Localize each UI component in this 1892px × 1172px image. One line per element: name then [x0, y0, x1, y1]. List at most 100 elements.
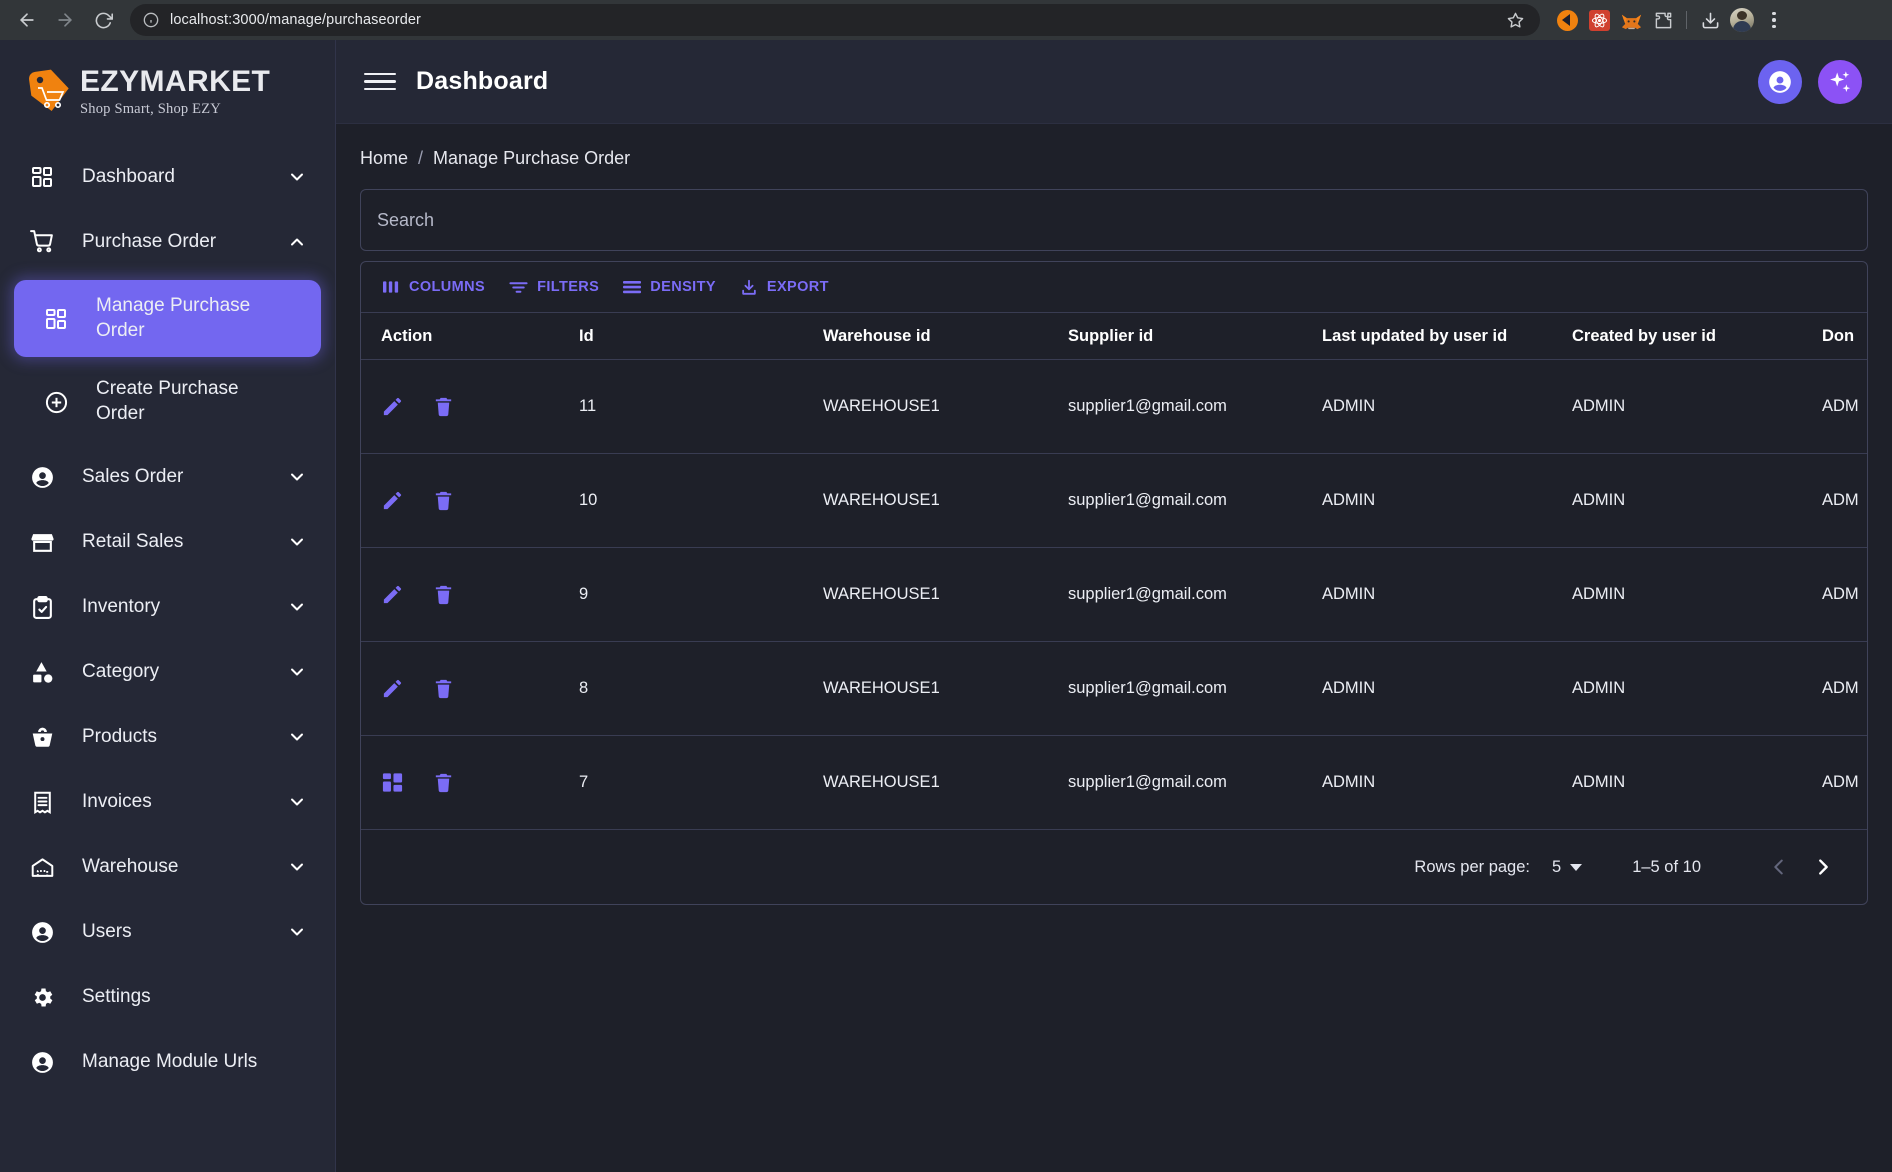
hamburger-menu-icon[interactable]	[360, 62, 400, 102]
cell-done-by: ADM	[1822, 397, 1859, 415]
cell-last-updated-by: ADMIN	[1322, 679, 1376, 697]
row-actions	[375, 771, 579, 794]
chevron-down-icon[interactable]	[287, 167, 307, 187]
column-header-last-updated-by-user-id[interactable]: Last updated by user id	[1322, 327, 1572, 346]
sidebar-item-users[interactable]: Users	[0, 900, 335, 965]
sidebar-item-label: Products	[82, 726, 157, 748]
browser-profile-avatar[interactable]	[1727, 5, 1757, 35]
column-header-done-by-user-id[interactable]: Don	[1822, 327, 1867, 346]
logo-tagline: Shop Smart, Shop EZY	[80, 101, 221, 118]
table-row[interactable]: 7 WAREHOUSE1 supplier1@gmail.com ADMIN A…	[361, 736, 1867, 830]
cell-created-by: ADMIN	[1572, 397, 1626, 415]
export-button[interactable]: EXPORT	[730, 273, 839, 302]
delete-icon[interactable]	[432, 771, 455, 794]
sidebar-item-retail-sales[interactable]: Retail Sales	[0, 510, 335, 575]
density-button[interactable]: DENSITY	[613, 273, 726, 301]
ezymarket-logo-icon	[24, 66, 76, 118]
ai-assistant-button[interactable]	[1818, 59, 1862, 104]
cell-supplier-id: supplier1@gmail.com	[1068, 679, 1227, 697]
sidebar-item-sales-order[interactable]: Sales Order	[0, 445, 335, 510]
sidebar-item-settings[interactable]: Settings	[0, 965, 335, 1030]
edit-icon[interactable]	[381, 677, 404, 700]
grid-icon[interactable]	[381, 771, 404, 794]
browser-menu-icon[interactable]	[1759, 5, 1789, 35]
columns-button[interactable]: COLUMNS	[373, 273, 495, 301]
rows-per-page-select[interactable]: 5	[1552, 858, 1583, 877]
table-row[interactable]: 9 WAREHOUSE1 supplier1@gmail.com ADMIN A…	[361, 548, 1867, 642]
column-header-supplier-id[interactable]: Supplier id	[1068, 327, 1322, 346]
metamask-extension-icon[interactable]	[1616, 5, 1646, 35]
edit-icon[interactable]	[381, 583, 404, 606]
edit-icon[interactable]	[381, 395, 404, 418]
delete-icon[interactable]	[432, 583, 455, 606]
app-root: EZYMARKET Shop Smart, Shop EZY Dashboard…	[0, 40, 1892, 1172]
previous-page-button[interactable]	[1757, 845, 1801, 889]
back-icon[interactable]	[10, 3, 44, 37]
column-header-id[interactable]: Id	[579, 327, 823, 346]
filters-button[interactable]: FILTERS	[499, 273, 609, 301]
sidebar-item-category[interactable]: Category	[0, 640, 335, 705]
sidebar-item-label: Create Purchase Order	[96, 378, 239, 425]
column-header-created-by-user-id[interactable]: Created by user id	[1572, 327, 1822, 346]
app-logo[interactable]: EZYMARKET Shop Smart, Shop EZY	[0, 40, 335, 144]
cell-created-by: ADMIN	[1572, 585, 1626, 603]
react-devtools-extension-icon[interactable]	[1584, 5, 1614, 35]
table-row[interactable]: 11 WAREHOUSE1 supplier1@gmail.com ADMIN …	[361, 360, 1867, 454]
chevron-down-icon[interactable]	[287, 662, 307, 682]
cell-supplier-id: supplier1@gmail.com	[1068, 491, 1227, 509]
sidebar-item-inventory[interactable]: Inventory	[0, 575, 335, 640]
address-bar[interactable]: localhost:3000/manage/purchaseorder	[130, 4, 1540, 36]
sidebar-item-label: Purchase Order	[82, 230, 217, 252]
sidebar-item-label: Retail Sales	[82, 531, 184, 553]
brand-orange-extension-icon[interactable]	[1552, 5, 1582, 35]
person-circle-icon	[30, 920, 60, 945]
breadcrumb-home[interactable]: Home	[360, 148, 408, 169]
table-row[interactable]: 10 WAREHOUSE1 supplier1@gmail.com ADMIN …	[361, 454, 1867, 548]
chevron-down-icon[interactable]	[287, 532, 307, 552]
chevron-down-icon[interactable]	[287, 727, 307, 747]
chevron-down-icon[interactable]	[287, 922, 307, 942]
chevron-down-icon[interactable]	[287, 467, 307, 487]
table-row[interactable]: 8 WAREHOUSE1 supplier1@gmail.com ADMIN A…	[361, 642, 1867, 736]
columns-label: COLUMNS	[409, 279, 486, 295]
density-icon	[623, 279, 642, 295]
cell-done-by: ADM	[1822, 491, 1859, 509]
sidebar-nav: Dashboard Purchase Order Manage Purchase…	[0, 144, 335, 1115]
forward-icon[interactable]	[48, 3, 82, 37]
row-actions	[375, 489, 579, 512]
storefront-icon	[30, 530, 60, 555]
cell-id: 8	[579, 679, 589, 697]
sidebar-item-manage-purchase-order[interactable]: Manage Purchase Order	[14, 280, 321, 358]
row-actions	[375, 395, 579, 418]
search-input[interactable]: Search	[360, 189, 1868, 251]
downloads-icon[interactable]	[1695, 5, 1725, 35]
sidebar-item-purchase-order[interactable]: Purchase Order	[0, 209, 335, 274]
delete-icon[interactable]	[432, 395, 455, 418]
column-header-warehouse-id[interactable]: Warehouse id	[823, 327, 1068, 346]
export-download-icon	[740, 279, 758, 296]
sidebar-item-manage-module-urls[interactable]: Manage Module Urls	[0, 1030, 335, 1095]
site-info-icon[interactable]	[140, 9, 162, 31]
reload-icon[interactable]	[86, 3, 120, 37]
sidebar-item-products[interactable]: Products	[0, 705, 335, 770]
sidebar-item-create-purchase-order[interactable]: Create Purchase Order	[14, 363, 321, 440]
row-actions	[375, 677, 579, 700]
chevron-down-icon[interactable]	[287, 857, 307, 877]
sidebar-item-warehouse[interactable]: Warehouse	[0, 835, 335, 900]
chevron-down-icon[interactable]	[287, 597, 307, 617]
sidebar-item-dashboard[interactable]: Dashboard	[0, 144, 335, 209]
chevron-up-icon[interactable]	[287, 232, 307, 252]
delete-icon[interactable]	[432, 489, 455, 512]
edit-icon[interactable]	[381, 489, 404, 512]
bookmark-star-icon[interactable]	[1504, 9, 1526, 31]
export-label: EXPORT	[766, 279, 829, 295]
extensions-puzzle-icon[interactable]	[1648, 5, 1678, 35]
next-page-button[interactable]	[1801, 845, 1845, 889]
delete-icon[interactable]	[432, 677, 455, 700]
chevron-down-icon[interactable]	[287, 792, 307, 812]
sidebar-item-label: Invoices	[82, 791, 152, 813]
column-header-action[interactable]: Action	[375, 327, 579, 346]
sidebar-item-invoices[interactable]: Invoices	[0, 770, 335, 835]
person-circle-icon	[30, 1050, 60, 1075]
account-button[interactable]	[1758, 59, 1802, 104]
